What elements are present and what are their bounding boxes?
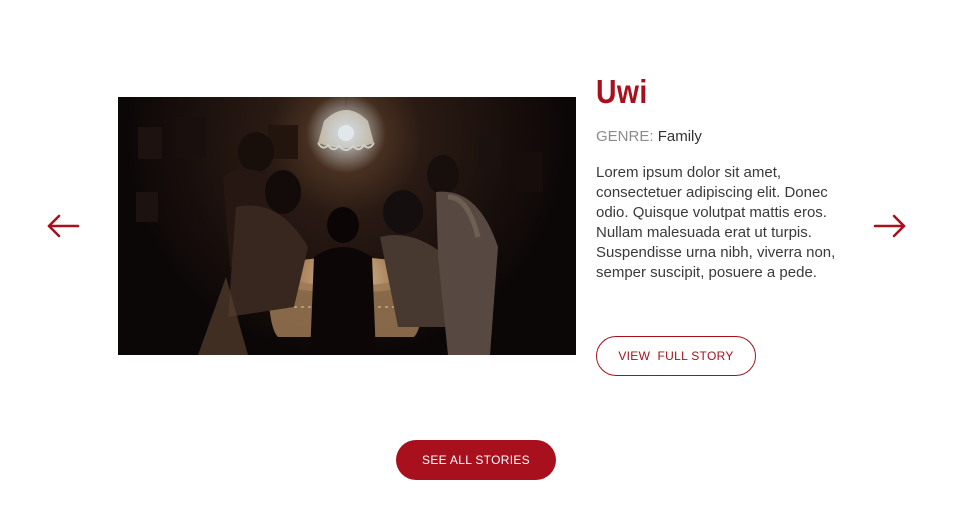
story-genre: GENRE: Family (596, 127, 856, 147)
story-description: Lorem ipsum dolor sit amet, consectetuer… (596, 164, 836, 281)
story-title: Uwi (596, 73, 648, 110)
genre-value: Family (657, 128, 702, 145)
view-full-story-button[interactable]: VIEW FULL STORY (596, 336, 756, 376)
arrow-right-icon[interactable] (873, 214, 907, 238)
arrow-left-icon[interactable] (46, 214, 80, 238)
see-all-stories-button[interactable]: SEE ALL STORIES (396, 440, 556, 480)
story-info: Uwi GENRE: Family Lorem ipsum dolor sit … (596, 70, 856, 283)
story-carousel: Uwi GENRE: Family Lorem ipsum dolor sit … (0, 0, 968, 514)
story-image (118, 97, 576, 355)
genre-label: GENRE: (596, 128, 654, 145)
